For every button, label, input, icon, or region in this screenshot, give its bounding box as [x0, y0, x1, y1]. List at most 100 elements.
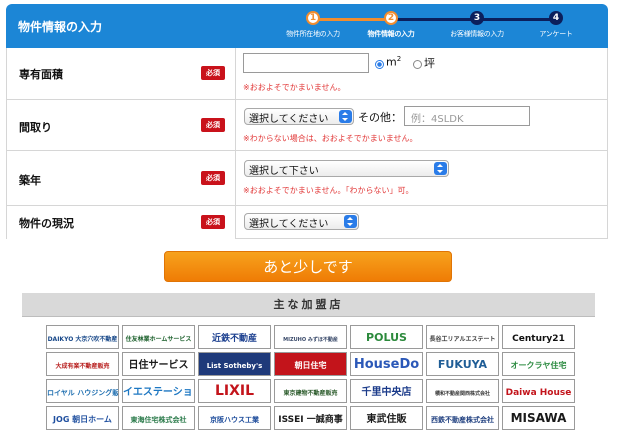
partner-logo-text: オークラヤ住宅 [510, 361, 567, 370]
partner-logo[interactable]: 東京建物不動産販売 [274, 379, 347, 403]
partner-logo-grid: DAIKYO 大京穴吹不動産 住友林業ホームサービス 近鉄不動産 MIZUHO みずほ… [46, 325, 575, 435]
partner-logo[interactable]: イエステーション [122, 379, 195, 403]
partner-logo-text: MIZUHO みずほ不動産 [283, 337, 338, 343]
partner-logo[interactable]: MIZUHO みずほ不動産 [274, 325, 347, 349]
partner-logo[interactable]: 東武住販 [350, 406, 423, 430]
form-header: 物件情報の入力 1 物件所在地の入力 2 物件情報の入力 3 お客様情報の入力 … [6, 4, 608, 48]
partner-logo[interactable]: LIXIL [198, 379, 271, 403]
label-cell: 専有面積 必須 [7, 48, 236, 99]
required-badge: 必須 [201, 215, 225, 229]
partner-logo-text: MISAWA [510, 411, 567, 425]
age-label: 築年 [19, 174, 41, 187]
partner-logo[interactable]: オークラヤ住宅 [502, 352, 575, 376]
select-arrow-icon [344, 215, 357, 228]
partner-logo-text: 京阪ハウス工業 [210, 416, 259, 424]
area-input[interactable] [243, 53, 369, 73]
partner-logo[interactable]: 日住サービス [122, 352, 195, 376]
area-note: ※おおよそでかまいません。 [243, 83, 346, 92]
partner-logo[interactable]: 西鉄不動産株式会社 [426, 406, 499, 430]
partner-logo[interactable]: 千里中央店 [350, 379, 423, 403]
partner-logo-text: Century21 [512, 334, 565, 344]
partner-logo-text: Daiwa House [505, 388, 572, 398]
partner-logo-text: 東京建物不動産販売 [283, 390, 338, 397]
area-label: 専有面積 [19, 68, 63, 81]
unit-tsubo-radio[interactable] [413, 60, 422, 69]
partner-logo[interactable]: 東海住宅株式会社 [122, 406, 195, 430]
partner-logo[interactable]: 長谷工リアルエステート [426, 325, 499, 349]
layout-label: 間取り [19, 121, 52, 134]
partner-logo[interactable]: MISAWA [502, 406, 575, 430]
partner-logo-text: ISSEI 一誠商事 [278, 415, 343, 425]
other-layout-input[interactable]: 例：4SLDK [404, 106, 530, 126]
age-select[interactable]: 選択して下さい [244, 160, 449, 177]
label-cell: 築年 必須 [7, 151, 236, 205]
partner-logo[interactable]: List Sotheby's [198, 352, 271, 376]
partner-logo[interactable]: 大成有楽不動産販売 [46, 352, 119, 376]
partner-logo-text: 住友林業ホームサービス [125, 336, 192, 343]
select-arrow-icon [339, 110, 352, 123]
partner-logo-text: JOG 朝日ホーム [53, 415, 112, 424]
partner-logo[interactable]: Century21 [502, 325, 575, 349]
age-note: ※おおよそでかまいません。「わからない」可。 [243, 186, 414, 195]
partner-logo-text: HouseDo [353, 357, 420, 372]
partner-logo-text: 東海住宅株式会社 [130, 416, 187, 424]
partner-logo-text: イエステーション [123, 387, 195, 398]
partner-logo[interactable]: 近鉄不動産 [198, 325, 271, 349]
unit-m2-label: m2 [386, 55, 402, 69]
partner-logo-text: LIXIL [214, 383, 255, 399]
next-button[interactable]: あと少しです [164, 251, 452, 282]
layout-select-value: 選択してください [249, 114, 329, 125]
progress-step-4: 4 アンケート [516, 11, 596, 39]
step-label: お客様情報の入力 [450, 30, 504, 38]
partner-logo-text: 西鉄不動産株式会社 [431, 416, 494, 424]
partner-logo-text: List Sotheby's [206, 362, 263, 370]
partner-logo-text: 大成有楽不動産販売 [55, 363, 110, 370]
progress-step-2: 2 物件情報の入力 [351, 11, 431, 39]
partner-logo[interactable]: 京阪ハウス工業 [198, 406, 271, 430]
layout-select[interactable]: 選択してください [244, 108, 354, 125]
partner-logo-text: DAIKYO 大京穴吹不動産 [47, 336, 118, 343]
partner-logo[interactable]: 住友林業ホームサービス [122, 325, 195, 349]
required-badge: 必須 [201, 118, 225, 132]
partner-logo[interactable]: ISSEI 一誠商事 [274, 406, 347, 430]
layout-row: 間取り 必須 選択してください その他： 例：4SLDK ※わからない場合は、お… [7, 100, 607, 151]
required-badge: 必須 [201, 171, 225, 185]
partner-logo-text: 近鉄不動産 [211, 334, 257, 344]
partner-logo-text: 日住サービス [128, 360, 189, 371]
step-label: 物件情報の入力 [367, 30, 415, 38]
progress-step-3: 3 お客様情報の入力 [437, 11, 517, 39]
partner-logo[interactable]: DAIKYO 大京穴吹不動産 [46, 325, 119, 349]
other-layout-placeholder: 例：4SLDK [411, 114, 464, 125]
partner-logo[interactable]: HouseDo [350, 352, 423, 376]
label-cell: 物件の現況 必須 [7, 206, 236, 239]
partner-logo[interactable]: JOG 朝日ホーム [46, 406, 119, 430]
layout-note: ※わからない場合は、おおよそでかまいません。 [243, 134, 418, 143]
page-title: 物件情報の入力 [18, 20, 103, 34]
partner-logo[interactable]: POLUS [350, 325, 423, 349]
partner-logo[interactable]: FUKUYA [426, 352, 499, 376]
step-number: 2 [384, 11, 398, 25]
partner-logo[interactable]: ロイヤル ハウジング販売 [46, 379, 119, 403]
property-form: 専有面積 必須 m2 坪 ※おおよそでかまいません。 間取り 必須 選択してくだ… [6, 48, 608, 239]
label-cell: 間取り 必須 [7, 100, 236, 150]
status-select[interactable]: 選択してください [244, 213, 359, 230]
partner-logo-text: 長谷工リアルエステート [429, 336, 496, 343]
step-number: 3 [470, 11, 484, 25]
partner-logo-text: FUKUYA [437, 358, 488, 371]
status-label: 物件の現況 [19, 217, 74, 230]
partner-logo[interactable]: 朝日住宅 [274, 352, 347, 376]
partner-logo-text: POLUS [366, 331, 407, 344]
step-number: 4 [549, 11, 563, 25]
partner-logo[interactable]: 積和不動産関西株式会社 [426, 379, 499, 403]
progress-step-1: 1 物件所在地の入力 [273, 11, 353, 39]
unit-tsubo-label: 坪 [424, 57, 435, 70]
partner-logo-text: 積和不動産関西株式会社 [434, 391, 490, 397]
partner-logo-text: 東武住販 [366, 414, 407, 425]
partner-logo-text: 朝日住宅 [294, 361, 327, 370]
other-label: その他： [358, 111, 402, 124]
status-row: 物件の現況 必須 選択してください [7, 206, 607, 239]
unit-m2-radio[interactable] [375, 60, 384, 69]
step-label: 物件所在地の入力 [286, 30, 340, 38]
select-arrow-icon [434, 162, 447, 175]
partner-logo[interactable]: Daiwa House [502, 379, 575, 403]
